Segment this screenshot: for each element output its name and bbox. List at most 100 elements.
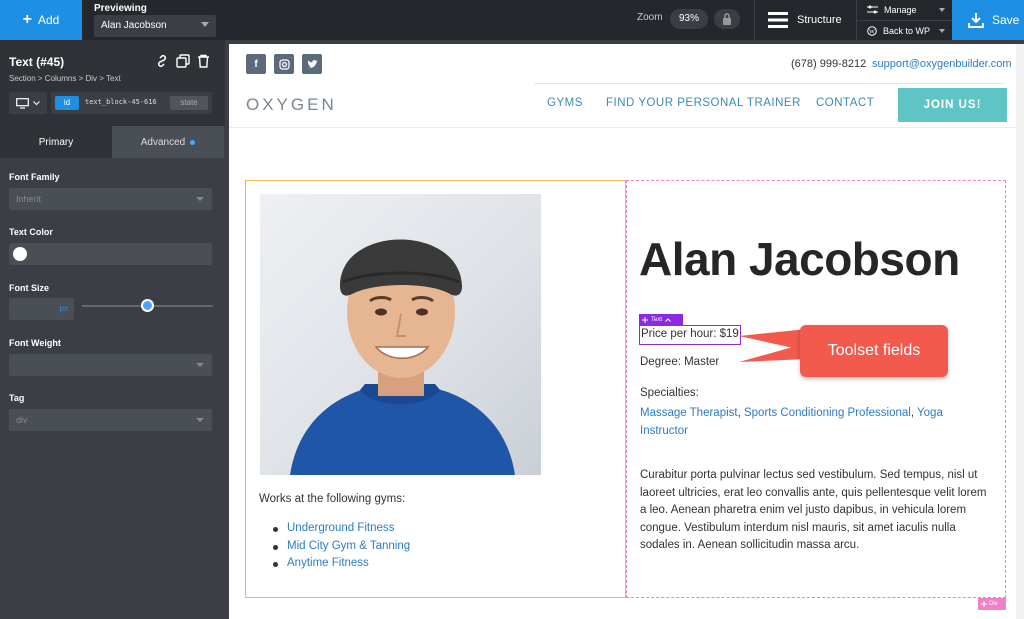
- save-label: Save: [992, 13, 1020, 27]
- manage-button[interactable]: Manage: [857, 0, 953, 20]
- chevron-down-icon: [196, 197, 204, 201]
- wordpress-icon: W: [867, 25, 877, 36]
- element-title: Text (#45): [9, 55, 65, 69]
- div-tag[interactable]: Div: [978, 598, 1006, 610]
- portrait-illustration: [290, 239, 515, 475]
- indicator-dot: [190, 139, 196, 145]
- structure-icon: [768, 12, 788, 28]
- tag-select[interactable]: div: [9, 409, 212, 431]
- chevron-down-icon: [196, 418, 204, 422]
- divider: [534, 83, 1004, 84]
- text-color-picker[interactable]: [9, 243, 212, 265]
- state-button[interactable]: state: [170, 96, 208, 110]
- plus-icon: +: [22, 11, 32, 28]
- move-icon: [981, 601, 987, 607]
- canvas-scrollbar[interactable]: [1016, 44, 1024, 619]
- text-color-label: Text Color: [9, 227, 53, 237]
- previewing-value: Alan Jacobson: [101, 20, 167, 31]
- back-to-wp-button[interactable]: W Back to WP: [857, 20, 953, 40]
- zoom-label: Zoom: [637, 12, 663, 23]
- selector-row: id text_block-45-616 state: [51, 92, 212, 114]
- gym-link[interactable]: Underground Fitness: [273, 522, 410, 540]
- lock-button[interactable]: [714, 9, 740, 29]
- previewing-select[interactable]: Alan Jacobson: [94, 15, 216, 37]
- header-divider: [229, 127, 1024, 128]
- price-text[interactable]: Price per hour: $19: [639, 325, 741, 345]
- specialties-label: Specialties:: [640, 387, 699, 399]
- panel-header: Text (#45) Section > Columns > Div > Tex…: [0, 40, 225, 126]
- annotation-callout: Toolset fields: [800, 325, 948, 377]
- element-id[interactable]: text_block-45-616: [85, 98, 157, 106]
- font-weight-select[interactable]: [9, 354, 212, 376]
- previewing-block: Previewing: [94, 3, 147, 14]
- back-to-wp-label: Back to WP: [883, 25, 931, 36]
- font-weight-label: Font Weight: [9, 338, 61, 348]
- tab-label: Primary: [38, 136, 74, 148]
- font-family-label: Font Family: [9, 172, 60, 182]
- structure-button[interactable]: Structure: [754, 0, 854, 40]
- tag-value: div: [16, 415, 28, 425]
- wp-menu: Manage W Back to WP: [856, 0, 953, 40]
- chevron-down-icon: [196, 363, 204, 367]
- breadcrumb: Section > Columns > Div > Text: [9, 74, 121, 83]
- font-family-select[interactable]: Inherit: [9, 188, 212, 210]
- move-icon: [642, 316, 648, 323]
- add-button[interactable]: + Add: [0, 0, 82, 40]
- site-logo[interactable]: OXYGEN: [246, 95, 337, 115]
- tab-label: Advanced: [140, 136, 186, 148]
- slider-handle[interactable]: [141, 299, 154, 312]
- join-button[interactable]: JOIN US!: [898, 88, 1007, 122]
- instagram-glyph: [278, 58, 290, 70]
- chevron-down-icon: [201, 22, 209, 27]
- degree-text[interactable]: Degree: Master: [640, 356, 719, 368]
- chevron-up-icon: [665, 317, 671, 322]
- link-icon[interactable]: [155, 54, 169, 68]
- zoom-value[interactable]: 93%: [670, 9, 708, 29]
- bio-text: Curabitur porta pulvinar lectus sed vest…: [640, 469, 987, 551]
- nav-item-contact[interactable]: CONTACT: [816, 97, 874, 109]
- instagram-icon[interactable]: [274, 54, 294, 74]
- font-size-input[interactable]: px: [9, 298, 74, 320]
- gyms-intro: Works at the following gyms:: [259, 493, 406, 505]
- callout-arrow: [739, 329, 807, 362]
- gym-list: Underground Fitness Mid City Gym & Tanni…: [273, 522, 410, 575]
- tab-primary[interactable]: Primary: [0, 126, 112, 158]
- trainer-photo: [260, 194, 541, 475]
- font-size-label: Font Size: [9, 283, 49, 293]
- svg-text:W: W: [869, 29, 875, 35]
- download-icon: [968, 13, 984, 28]
- font-size-unit[interactable]: px: [60, 304, 68, 313]
- save-button[interactable]: Save: [952, 0, 1024, 40]
- device-selector[interactable]: [9, 92, 47, 114]
- element-tag-label: Text: [651, 316, 663, 323]
- desktop-icon: [16, 97, 29, 109]
- trainer-name: Alan Jacobson: [639, 233, 960, 285]
- facebook-icon[interactable]: f: [246, 54, 266, 74]
- lock-icon: [723, 13, 731, 25]
- specialty-link[interactable]: Massage Therapist: [640, 407, 738, 419]
- chevron-down-icon: [33, 100, 40, 105]
- nav-item-gyms[interactable]: GYMS: [547, 97, 583, 109]
- nav-item-trainer[interactable]: FIND YOUR PERSONAL TRAINER: [606, 97, 801, 109]
- manage-label: Manage: [884, 5, 917, 15]
- specialties-list: Massage Therapist, Sports Conditioning P…: [640, 407, 943, 437]
- phone-number: (678) 999-8212: [791, 58, 867, 70]
- tag-label: Tag: [9, 393, 25, 403]
- element-tag[interactable]: Text: [639, 314, 683, 325]
- chevron-down-icon: [939, 29, 945, 33]
- preview-canvas: f (678) 999-8212 support@oxygenbuilder.c…: [229, 44, 1024, 619]
- duplicate-icon[interactable]: [176, 54, 190, 68]
- color-swatch[interactable]: [13, 247, 27, 261]
- email-link[interactable]: support@oxygenbuilder.com: [872, 58, 1012, 70]
- font-family-value: Inherit: [16, 194, 42, 204]
- top-toolbar: + Add Previewing Alan Jacobson Zoom 93% …: [0, 0, 1024, 40]
- id-pill[interactable]: id: [55, 96, 79, 110]
- gym-link[interactable]: Anytime Fitness: [273, 557, 410, 575]
- specialty-link[interactable]: Sports Conditioning Professional: [744, 407, 911, 419]
- trash-icon[interactable]: [197, 54, 210, 68]
- add-button-label: Add: [37, 13, 60, 27]
- twitter-glyph: [307, 60, 317, 68]
- gym-link[interactable]: Mid City Gym & Tanning: [273, 540, 410, 558]
- tab-advanced[interactable]: Advanced: [112, 126, 224, 158]
- twitter-icon[interactable]: [302, 54, 322, 74]
